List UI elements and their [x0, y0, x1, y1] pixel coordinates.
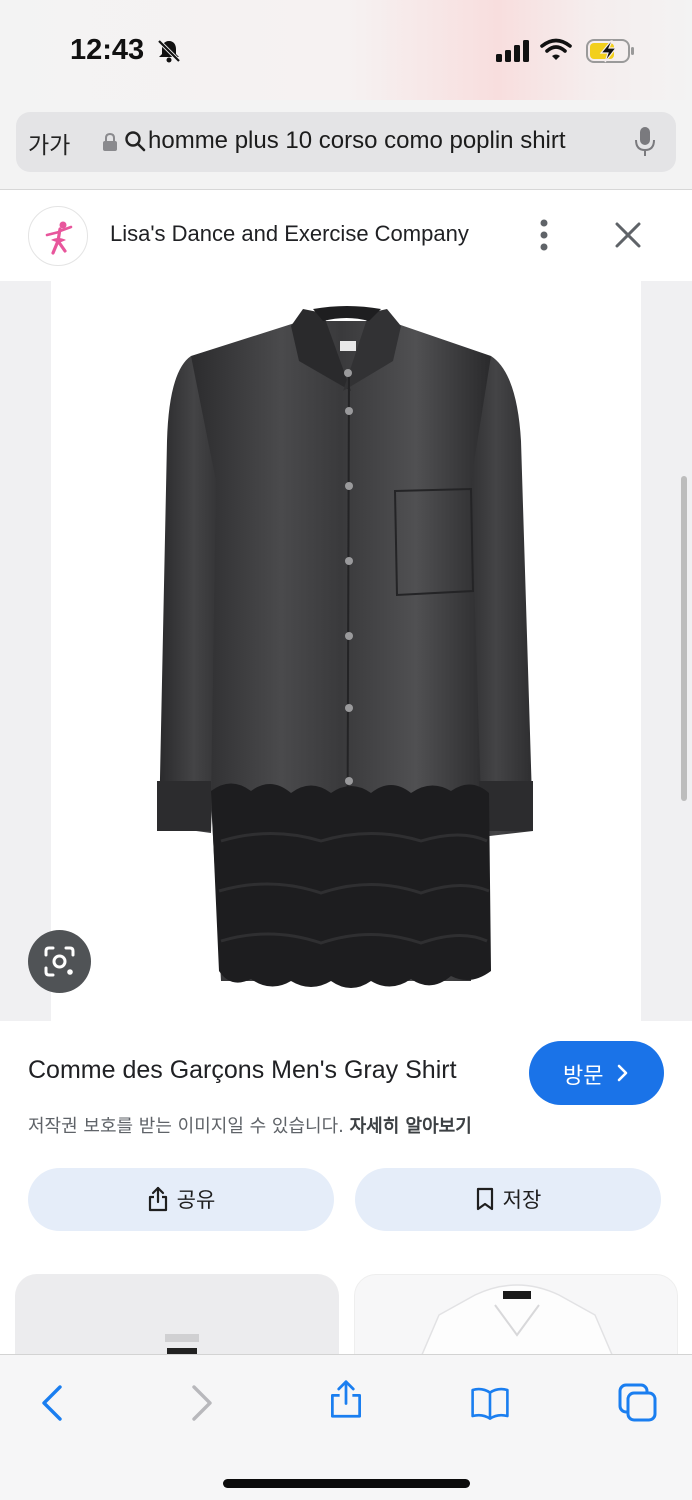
address-bar-area: 가가 homme plus 10 corso como poplin shirt	[0, 100, 692, 190]
learn-more-link[interactable]: 자세히 알아보기	[350, 1116, 472, 1137]
lens-icon	[44, 946, 75, 977]
product-title[interactable]: Comme des Garçons Men's Gray Shirt	[28, 1056, 457, 1085]
tabs-icon[interactable]	[618, 1383, 658, 1423]
lens-search-button[interactable]	[28, 930, 91, 993]
address-bar[interactable]: 가가 homme plus 10 corso como poplin shirt	[16, 112, 676, 172]
share-icon	[148, 1186, 167, 1211]
share-button[interactable]: 공유	[28, 1168, 334, 1231]
share-toolbar-icon[interactable]	[326, 1379, 366, 1419]
scrollbar[interactable]	[681, 476, 687, 801]
search-icon	[125, 131, 146, 152]
status-time: 12:43	[70, 34, 145, 66]
status-bar: 12:43	[0, 0, 692, 100]
share-label: 공유	[176, 1188, 216, 1212]
bottom-toolbar	[0, 1354, 692, 1500]
visit-button[interactable]: 방문	[529, 1041, 664, 1105]
search-query[interactable]: homme plus 10 corso como poplin shirt	[148, 127, 566, 155]
source-header: Lisa's Dance and Exercise Company	[0, 191, 692, 281]
lock-icon	[103, 132, 117, 151]
copyright-notice: 저작권 보호를 받는 이미지일 수 있습니다. 자세히 알아보기	[28, 1112, 472, 1138]
back-icon[interactable]	[34, 1383, 74, 1423]
site-logo[interactable]	[28, 206, 88, 266]
more-vert-icon[interactable]	[534, 217, 554, 253]
save-label: 저장	[502, 1188, 542, 1212]
product-image-panel[interactable]	[51, 281, 641, 1021]
signal-icon	[496, 40, 529, 62]
battery-charging-icon	[586, 39, 634, 63]
image-viewer	[0, 281, 692, 1021]
product-shirt-image[interactable]	[51, 281, 641, 1021]
chevron-right-icon	[617, 1064, 628, 1082]
bell-slash-icon	[157, 39, 181, 63]
visit-label: 방문	[563, 1064, 604, 1089]
book-icon[interactable]	[470, 1383, 510, 1423]
bookmark-icon	[476, 1187, 493, 1210]
copyright-text: 저작권 보호를 받는 이미지일 수 있습니다.	[28, 1116, 344, 1137]
home-indicator	[223, 1479, 470, 1488]
wifi-icon	[540, 38, 572, 60]
close-icon[interactable]	[612, 219, 644, 251]
save-button[interactable]: 저장	[355, 1168, 661, 1231]
text-size-button[interactable]: 가가	[28, 126, 70, 160]
forward-icon[interactable]	[184, 1383, 224, 1423]
dancer-logo-icon	[43, 219, 75, 255]
site-name[interactable]: Lisa's Dance and Exercise Company	[110, 221, 469, 247]
mic-icon[interactable]	[634, 126, 656, 158]
